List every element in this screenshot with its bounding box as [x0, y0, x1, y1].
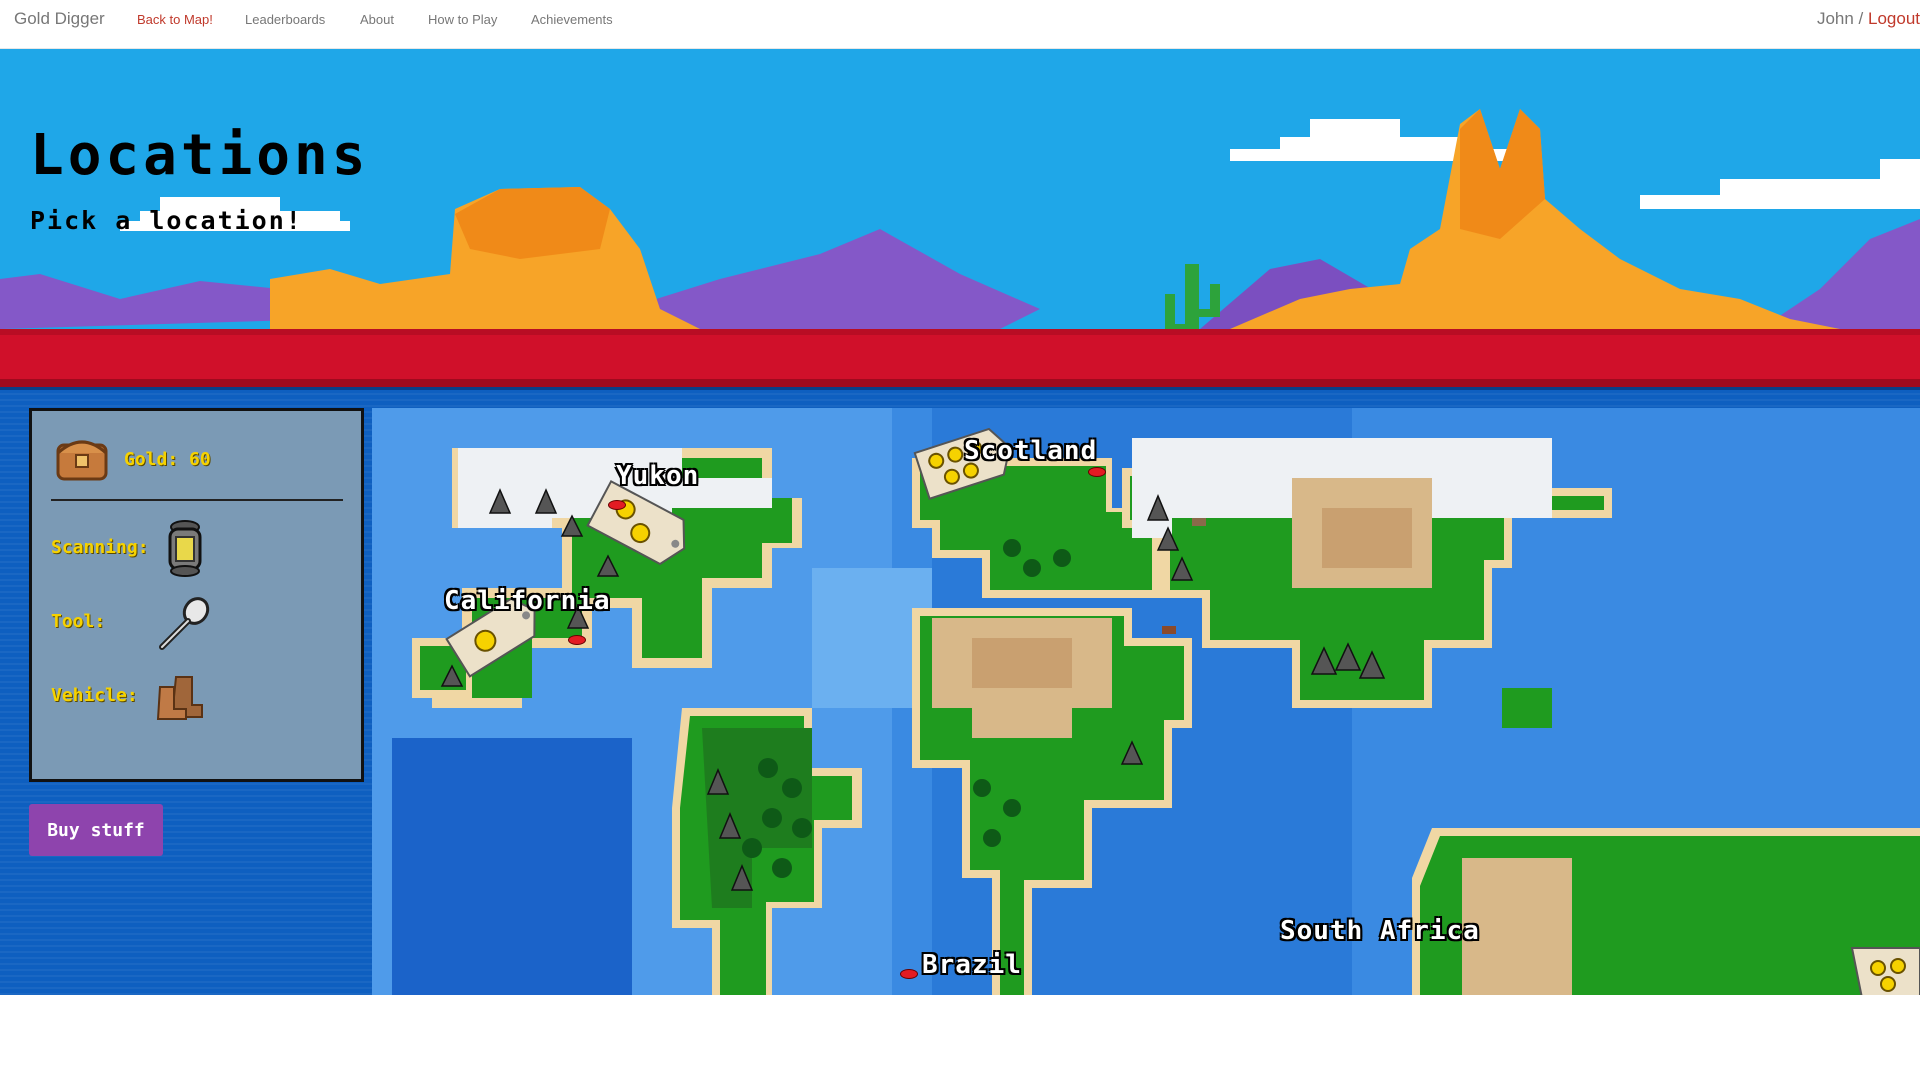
vehicle-label: Vehicle: — [51, 685, 138, 706]
location-south-africa[interactable]: South Africa — [1280, 916, 1480, 946]
page-title: Locations — [30, 123, 370, 188]
brand-logo[interactable]: Gold Digger — [14, 9, 105, 29]
world-map[interactable]: Yukon California Scotland Brazil South A… — [372, 408, 1920, 995]
top-navbar: Gold Digger Back to Map! Leaderboards Ab… — [0, 0, 1920, 49]
location-pin-california[interactable] — [568, 635, 586, 645]
location-scotland[interactable]: Scotland — [964, 436, 1097, 466]
header-banner: Locations Pick a location! — [0, 49, 1920, 387]
scanning-label: Scanning: — [51, 537, 149, 558]
panel-divider — [51, 499, 343, 501]
player-stats-panel: Gold: 60 Scanning: Tool: Vehicle: — [29, 408, 364, 782]
page-subtitle: Pick a location! — [30, 206, 303, 235]
nav-how-to-play[interactable]: How to Play — [428, 12, 497, 27]
gold-tag-australia[interactable] — [1842, 938, 1920, 995]
location-california[interactable]: California — [444, 586, 611, 616]
spoon-icon[interactable] — [154, 595, 214, 653]
lantern-icon[interactable] — [162, 519, 208, 579]
nav-back-to-map[interactable]: Back to Map! — [137, 12, 213, 27]
game-area: Gold: 60 Scanning: Tool: Vehicle: Buy st… — [0, 387, 1920, 995]
tool-label: Tool: — [51, 611, 106, 632]
location-brazil[interactable]: Brazil — [922, 950, 1022, 980]
username: John — [1816, 9, 1854, 28]
location-pin-brazil[interactable] — [900, 969, 918, 979]
nav-leaderboards[interactable]: Leaderboards — [245, 12, 325, 27]
nav-achievements[interactable]: Achievements — [531, 12, 613, 27]
boots-icon[interactable] — [156, 673, 212, 723]
location-pin-yukon[interactable] — [608, 500, 626, 510]
location-yukon[interactable]: Yukon — [616, 461, 699, 491]
nav-about[interactable]: About — [360, 12, 394, 27]
treasure-chest-icon — [56, 440, 108, 481]
logout-link[interactable]: Logout — [1868, 9, 1920, 28]
buy-stuff-button[interactable]: Buy stuff — [29, 804, 163, 856]
page-footer-space — [0, 995, 1920, 1080]
location-pin-scotland[interactable] — [1088, 467, 1106, 477]
gold-amount: Gold: 60 — [124, 449, 211, 470]
user-separator: / — [1853, 9, 1868, 28]
user-area: John / Logout — [1817, 9, 1920, 29]
